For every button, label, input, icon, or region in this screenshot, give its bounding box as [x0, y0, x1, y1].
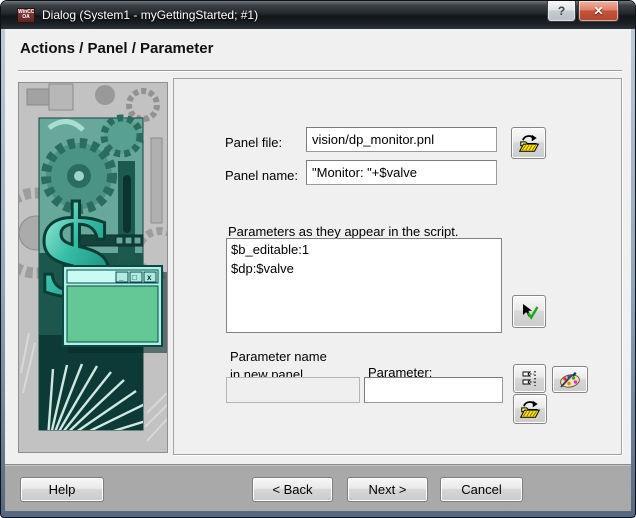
- dialog-body: Actions / Panel / Parameter: [5, 29, 631, 511]
- window-title: Dialog (System1 - myGettingStarted; #1): [42, 8, 258, 22]
- browse-panel-file-button[interactable]: [511, 127, 546, 159]
- mock-minimize-icon: _: [118, 273, 124, 282]
- help-button[interactable]: Help: [20, 477, 104, 502]
- select-datapoint-button[interactable]: [513, 364, 546, 393]
- mock-maximize-icon: □: [132, 273, 137, 282]
- wizard-artwork: $ _ □ x: [18, 82, 168, 453]
- machinery-collage-image: $ _ □ x: [19, 83, 167, 452]
- close-icon: ✕: [593, 4, 603, 18]
- cursor-check-icon: [518, 302, 540, 322]
- panel-file-input[interactable]: [306, 127, 497, 152]
- back-button-label: < Back: [272, 482, 312, 497]
- next-button-label: Next >: [369, 482, 407, 497]
- window-help-button[interactable]: ?: [547, 1, 576, 22]
- apply-parameter-button[interactable]: [512, 295, 546, 328]
- parameters-caption: Parameters as they appear in the script.: [228, 224, 459, 239]
- question-mark-icon: ?: [558, 4, 565, 18]
- color-palette-button[interactable]: [552, 366, 588, 393]
- title-bar[interactable]: WinCC OA Dialog (System1 - myGettingStar…: [1, 1, 635, 29]
- panel-name-label: Panel name:: [225, 168, 298, 183]
- open-folder-icon: [519, 399, 541, 419]
- browse-parameter-file-button[interactable]: [513, 394, 547, 424]
- palette-icon: [558, 370, 582, 389]
- back-button[interactable]: < Back: [252, 477, 333, 502]
- parameter-input[interactable]: [364, 377, 503, 403]
- parameter-list-item[interactable]: $dp:$valve: [231, 259, 497, 278]
- dp-tree-icon: [520, 369, 540, 388]
- param-name-caption-line1: Parameter name: [230, 349, 327, 364]
- mock-close-icon: x: [147, 273, 152, 282]
- open-folder-icon: [518, 133, 540, 153]
- panel-file-label: Panel file:: [225, 135, 282, 150]
- parameter-list-item[interactable]: $b_editable:1: [231, 240, 497, 259]
- window-close-button[interactable]: ✕: [578, 1, 619, 22]
- next-button[interactable]: Next >: [347, 477, 428, 502]
- wincc-oa-logo-icon: WinCC OA: [17, 8, 35, 23]
- page-title: Actions / Panel / Parameter: [20, 40, 213, 57]
- logo-text-bottom: OA: [18, 15, 34, 21]
- cancel-button[interactable]: Cancel: [440, 477, 523, 502]
- param-name-input: [226, 377, 360, 403]
- help-button-label: Help: [49, 482, 76, 497]
- parameters-listbox[interactable]: $b_editable:1 $dp:$valve: [226, 238, 502, 333]
- dialog-window: WinCC OA Dialog (System1 - myGettingStar…: [0, 0, 636, 518]
- cancel-button-label: Cancel: [461, 482, 501, 497]
- panel-name-input[interactable]: [306, 160, 497, 185]
- header-separator: [18, 70, 622, 72]
